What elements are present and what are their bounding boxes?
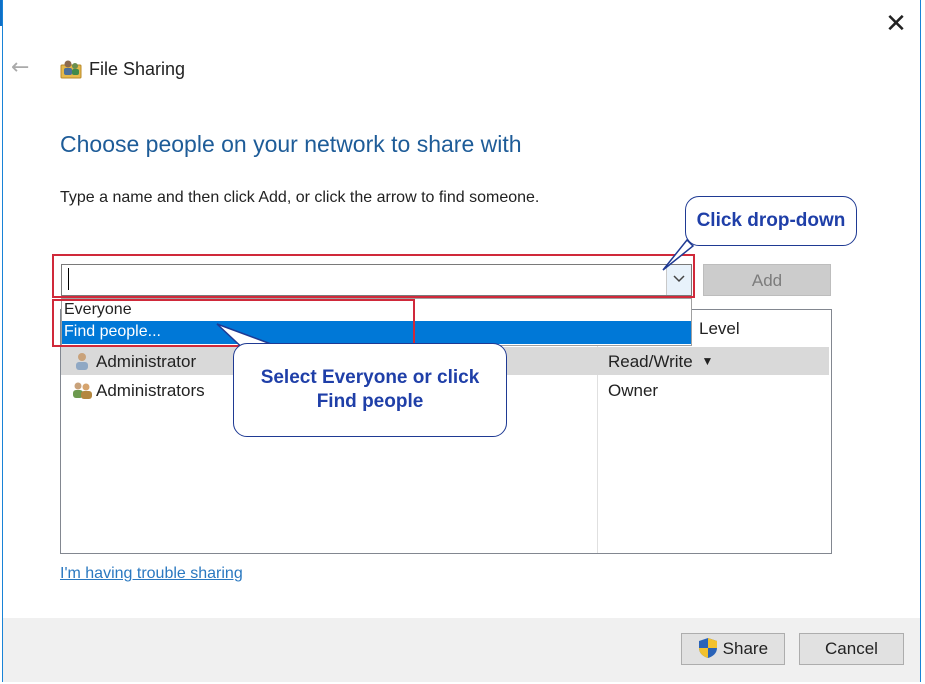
trouble-sharing-link[interactable]: I'm having trouble sharing bbox=[60, 565, 243, 583]
shield-icon bbox=[698, 637, 717, 658]
callout-select-everyone: Select Everyone or click Find people bbox=[233, 343, 507, 437]
back-arrow-icon[interactable]: ← bbox=[11, 55, 29, 80]
share-button[interactable]: Share bbox=[681, 633, 785, 665]
close-icon[interactable]: ✕ bbox=[880, 8, 912, 40]
page-heading: Choose people on your network to share w… bbox=[60, 131, 522, 157]
permission-level-read-write[interactable]: Read/Write ▼ bbox=[608, 352, 713, 372]
add-button[interactable]: Add bbox=[703, 264, 831, 296]
share-label: Share bbox=[722, 639, 769, 658]
annotation-box-combo bbox=[52, 254, 695, 298]
cancel-button[interactable]: Cancel bbox=[799, 633, 904, 665]
triangle-down-icon: ▼ bbox=[701, 354, 714, 368]
permission-label: Read/Write bbox=[608, 352, 693, 371]
row-name-administrator[interactable]: Administrator bbox=[96, 352, 196, 372]
level-column-header[interactable]: Level bbox=[699, 319, 740, 339]
user-icon bbox=[76, 353, 88, 370]
user-group-icon bbox=[73, 382, 92, 399]
permission-level-owner: Owner bbox=[608, 381, 659, 400]
instruction-text: Type a name and then click Add, or click… bbox=[60, 189, 540, 206]
row-name-administrators[interactable]: Administrators bbox=[96, 381, 205, 401]
callout-click-dropdown: Click drop-down bbox=[685, 196, 857, 246]
file-sharing-icon bbox=[60, 60, 82, 79]
window-title: File Sharing bbox=[89, 59, 186, 79]
